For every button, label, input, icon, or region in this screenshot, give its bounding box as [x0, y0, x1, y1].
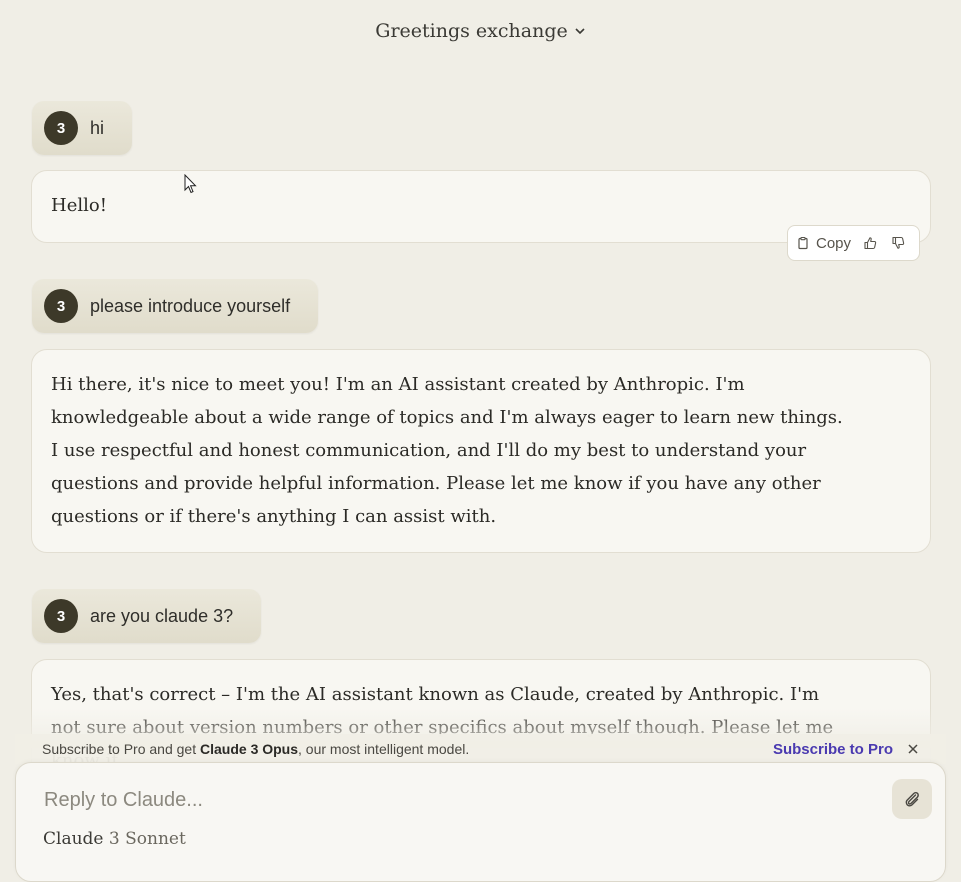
thumbs-up-icon[interactable] [863, 236, 877, 250]
user-message-text: hi [90, 117, 105, 138]
chat-header: Greetings exchange [0, 0, 961, 62]
user-message: 3 hi [32, 101, 133, 155]
assistant-message: Hi there, it's nice to meet you! I'm an … [31, 349, 931, 553]
paperclip-icon [905, 791, 919, 807]
assistant-message-text: Hello! [51, 195, 107, 216]
reply-input[interactable] [42, 785, 866, 815]
user-message: 3 please introduce yourself [32, 279, 319, 333]
user-message-text: are you claude 3? [90, 605, 234, 626]
copy-label: Copy [816, 234, 852, 252]
user-message: 3 are you claude 3? [32, 589, 262, 643]
avatar: 3 [44, 599, 78, 633]
subscribe-banner: Subscribe to Pro and get Claude 3 Opus, … [15, 734, 946, 764]
message-actions-toolbar: Copy [787, 225, 920, 261]
model-brand: Claude [43, 829, 104, 849]
conversation-title: Greetings exchange [375, 20, 568, 42]
promo-text: Subscribe to Pro and get Claude 3 Opus, … [42, 741, 470, 757]
thumbs-down-icon[interactable] [891, 236, 905, 250]
close-icon[interactable] [907, 743, 919, 755]
conversation-title-button[interactable]: Greetings exchange [375, 20, 585, 42]
chevron-down-icon [575, 28, 585, 35]
attach-button[interactable] [892, 779, 932, 819]
user-message-text: please introduce yourself [90, 295, 291, 316]
avatar: 3 [44, 289, 78, 323]
reply-composer: Claude 3 Sonnet [15, 762, 946, 882]
subscribe-to-pro-link[interactable]: Subscribe to Pro [773, 741, 893, 758]
copy-button[interactable]: Copy [796, 235, 851, 252]
avatar: 3 [44, 111, 78, 145]
clipboard-icon [798, 236, 808, 250]
model-version: 3 Sonnet [103, 829, 186, 849]
assistant-message-text: Hi there, it's nice to meet you! I'm an … [51, 374, 843, 527]
mouse-cursor-icon [184, 174, 197, 194]
model-selector[interactable]: Claude 3 Sonnet [43, 829, 186, 849]
